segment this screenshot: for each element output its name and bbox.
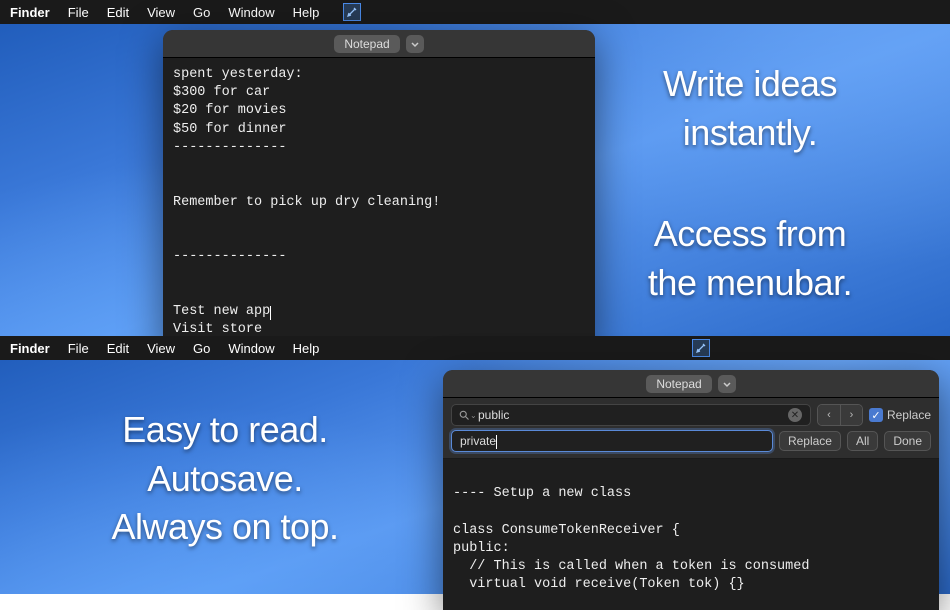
menu-edit[interactable]: Edit: [107, 5, 129, 20]
window-title[interactable]: Notepad: [646, 375, 711, 393]
menu-help[interactable]: Help: [293, 5, 320, 20]
search-value: public: [478, 408, 509, 422]
window-titlebar[interactable]: Notepad: [443, 370, 939, 398]
menubar-app-name[interactable]: Finder: [10, 341, 50, 356]
replace-value: private: [460, 434, 496, 448]
notepad-window-bottom: Notepad ⌄ public ✕ ‹ › ✓ Replace: [443, 370, 939, 610]
menu-file[interactable]: File: [68, 341, 89, 356]
search-icon: [458, 409, 470, 421]
menu-view[interactable]: View: [147, 5, 175, 20]
menu-help[interactable]: Help: [293, 341, 320, 356]
promo-text-features: Easy to read. Autosave. Always on top.: [55, 406, 395, 552]
menu-go[interactable]: Go: [193, 341, 210, 356]
menubar-top: Finder File Edit View Go Window Help: [0, 0, 950, 24]
notepad-menubar-icon[interactable]: [692, 339, 710, 357]
menu-edit[interactable]: Edit: [107, 341, 129, 356]
find-nav-buttons: ‹ ›: [817, 404, 863, 426]
window-title[interactable]: Notepad: [334, 35, 399, 53]
menu-window[interactable]: Window: [228, 5, 274, 20]
editor-textarea-top[interactable]: spent yesterday: $300 for car $20 for mo…: [163, 58, 595, 348]
search-options-chevron-icon[interactable]: ⌄: [470, 411, 477, 420]
clear-search-icon[interactable]: ✕: [788, 408, 802, 422]
find-replace-bar: ⌄ public ✕ ‹ › ✓ Replace private Replace: [443, 398, 939, 459]
title-dropdown-icon[interactable]: [718, 375, 736, 393]
find-prev-button[interactable]: ‹: [818, 405, 840, 425]
notepad-menubar-icon[interactable]: [343, 3, 361, 21]
replace-button[interactable]: Replace: [779, 431, 841, 451]
promo-panel-bottom: Finder File Edit View Go Window Help Eas…: [0, 336, 950, 594]
menu-go[interactable]: Go: [193, 5, 210, 20]
menu-window[interactable]: Window: [228, 341, 274, 356]
menu-file[interactable]: File: [68, 5, 89, 20]
done-button[interactable]: Done: [884, 431, 931, 451]
editor-textarea-bottom[interactable]: ---- Setup a new class class ConsumeToke…: [443, 459, 939, 610]
search-field[interactable]: ⌄ public ✕: [451, 404, 811, 426]
promo-text-access-menubar: Access fromthe menubar.: [590, 210, 910, 307]
title-dropdown-icon[interactable]: [406, 35, 424, 53]
replace-toggle[interactable]: ✓ Replace: [869, 408, 931, 422]
replace-toggle-label: Replace: [887, 408, 931, 422]
find-next-button[interactable]: ›: [840, 405, 862, 425]
replace-all-button[interactable]: All: [847, 431, 878, 451]
replace-field[interactable]: private: [451, 430, 773, 452]
menu-view[interactable]: View: [147, 341, 175, 356]
checkbox-checked-icon[interactable]: ✓: [869, 408, 883, 422]
window-titlebar[interactable]: Notepad: [163, 30, 595, 58]
notepad-window-top: Notepad spent yesterday: $300 for car $2…: [163, 30, 595, 348]
promo-panel-top: Finder File Edit View Go Window Help Wri…: [0, 0, 950, 336]
menubar-bottom: Finder File Edit View Go Window Help: [0, 336, 950, 360]
promo-text-write-ideas: Write ideasinstantly.: [600, 60, 900, 157]
menubar-app-name[interactable]: Finder: [10, 5, 50, 20]
